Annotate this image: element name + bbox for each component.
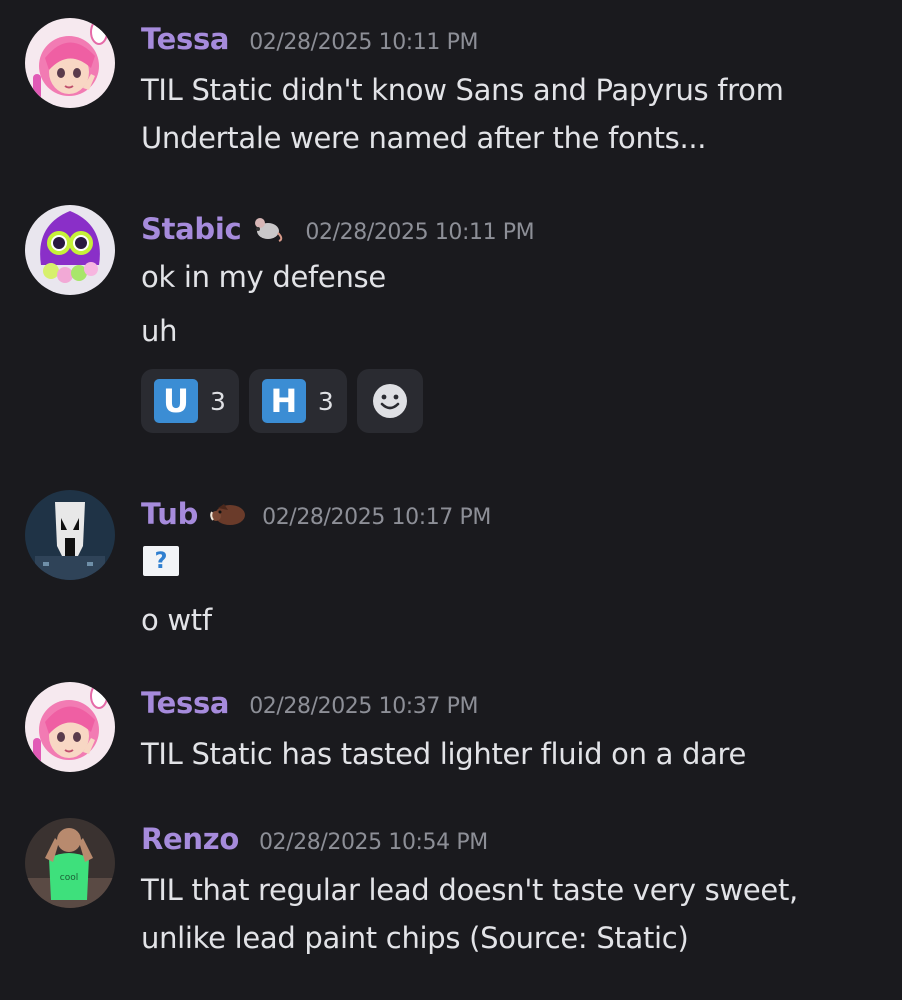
reaction-count: 3 [317, 386, 334, 416]
message-text: unlike lead paint chips (Source: Static) [141, 921, 689, 955]
message-text: TIL Static has tasted lighter fluid on a… [141, 737, 747, 771]
boar-icon [208, 498, 246, 528]
reaction-count: 3 [210, 386, 226, 416]
question-flag-icon: ? [141, 544, 181, 578]
rat-icon [251, 213, 285, 243]
timestamp: 02/28/2025 10:11 PM [249, 30, 479, 55]
avatar[interactable]: cool [25, 818, 115, 908]
message-body: Tessa 02/28/2025 10:37 PM TIL Static has… [141, 686, 882, 778]
message-header: Stabic 02/28/2025 10:11 PM [141, 209, 882, 253]
avatar[interactable] [25, 18, 115, 108]
squid-icon [25, 205, 115, 295]
message-text: Undertale were named after the fonts... [141, 121, 707, 155]
skull-icon [25, 490, 115, 580]
avatar[interactable] [25, 205, 115, 295]
message-header: Renzo 02/28/2025 10:54 PM [141, 822, 882, 866]
timestamp: 02/28/2025 10:54 PM [258, 830, 488, 855]
message-header: Tessa 02/28/2025 10:11 PM [141, 22, 882, 66]
message-body: Tub 02/28/2025 10:17 PM ? o wtf [141, 494, 882, 644]
message-header: Tub 02/28/2025 10:17 PM [141, 494, 882, 538]
message-text: TIL that regular lead doesn't taste very… [141, 873, 798, 907]
message-text: o wtf [141, 603, 212, 637]
timestamp: 02/28/2025 10:11 PM [305, 220, 535, 245]
username[interactable]: Tessa [141, 22, 230, 56]
photo-icon: cool [25, 818, 115, 908]
letter-h-emoji: H [261, 379, 306, 423]
add-reaction-icon [372, 384, 407, 418]
avatar[interactable] [25, 490, 115, 580]
avatar[interactable] [25, 682, 115, 772]
svg-text:?: ? [155, 549, 168, 574]
message-text: TIL Static didn't know Sans and Papyrus … [141, 73, 784, 107]
message-body: Stabic 02/28/2025 10:11 PM ok in my defe… [141, 209, 882, 433]
message-text: ok in my defense [141, 260, 386, 294]
username[interactable]: Tessa [141, 686, 230, 720]
letter-u-emoji: U [154, 379, 198, 423]
svg-text:cool: cool [60, 873, 78, 883]
username[interactable]: Stabic [141, 212, 242, 246]
message-body: Renzo 02/28/2025 10:54 PM TIL that regul… [141, 822, 882, 962]
message-text: uh [141, 314, 178, 348]
username[interactable]: Tub [141, 497, 198, 531]
anime-girl-icon [25, 682, 115, 772]
username[interactable]: Renzo [141, 822, 239, 856]
reaction-u[interactable]: U 3 [141, 369, 239, 433]
add-reaction-button[interactable] [356, 369, 423, 433]
timestamp: 02/28/2025 10:17 PM [262, 505, 491, 530]
anime-girl-icon [25, 18, 115, 108]
timestamp: 02/28/2025 10:37 PM [249, 694, 479, 719]
reaction-h[interactable]: H 3 [248, 369, 347, 433]
message-body: Tessa 02/28/2025 10:11 PM TIL Static did… [141, 22, 882, 162]
message-header: Tessa 02/28/2025 10:37 PM [141, 686, 882, 730]
reactions-bar: U 3 H 3 [141, 369, 882, 433]
